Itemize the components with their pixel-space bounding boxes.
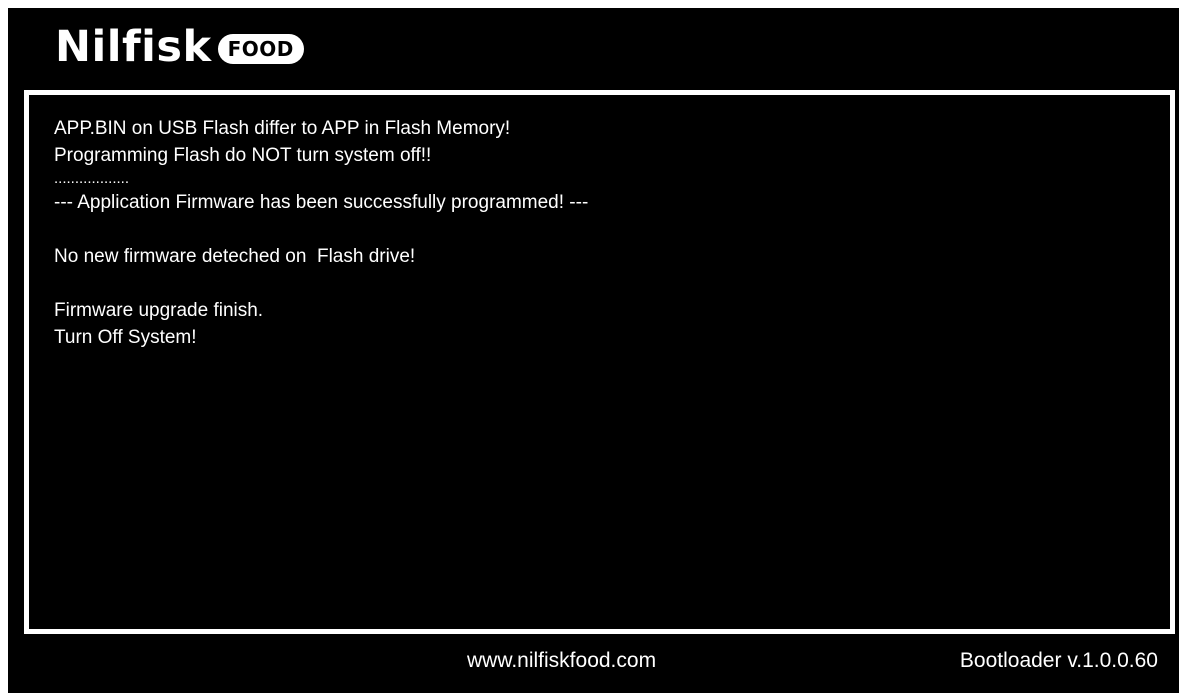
bootloader-screen: Nilfisk FOOD APP.BIN on USB Flash differ… (8, 8, 1179, 693)
logo-food-badge: FOOD (217, 34, 304, 64)
nilfisk-food-logo: Nilfisk FOOD (55, 22, 304, 72)
console-line: --- Application Firmware has been succes… (54, 192, 589, 213)
console-line: APP.BIN on USB Flash differ to APP in Fl… (54, 118, 511, 139)
footer-website-url: www.nilfiskfood.com (467, 649, 657, 672)
console-line-blank (54, 270, 588, 297)
console-line: Programming Flash do NOT turn system off… (54, 145, 432, 166)
bootloader-version: Bootloader v.1.0.0.60 (959, 649, 1158, 672)
console-line-progress-dots: .................. (54, 170, 130, 187)
console-output-panel: APP.BIN on USB Flash differ to APP in Fl… (24, 90, 1175, 634)
console-log: APP.BIN on USB Flash differ to APP in Fl… (54, 115, 588, 351)
console-line: No new firmware deteched on Flash drive! (54, 246, 416, 267)
logo-wordmark: Nilfisk (55, 21, 212, 72)
console-line: Firmware upgrade finish. (54, 300, 264, 321)
console-line-blank (54, 216, 588, 243)
console-line: Turn Off System! (54, 327, 197, 348)
